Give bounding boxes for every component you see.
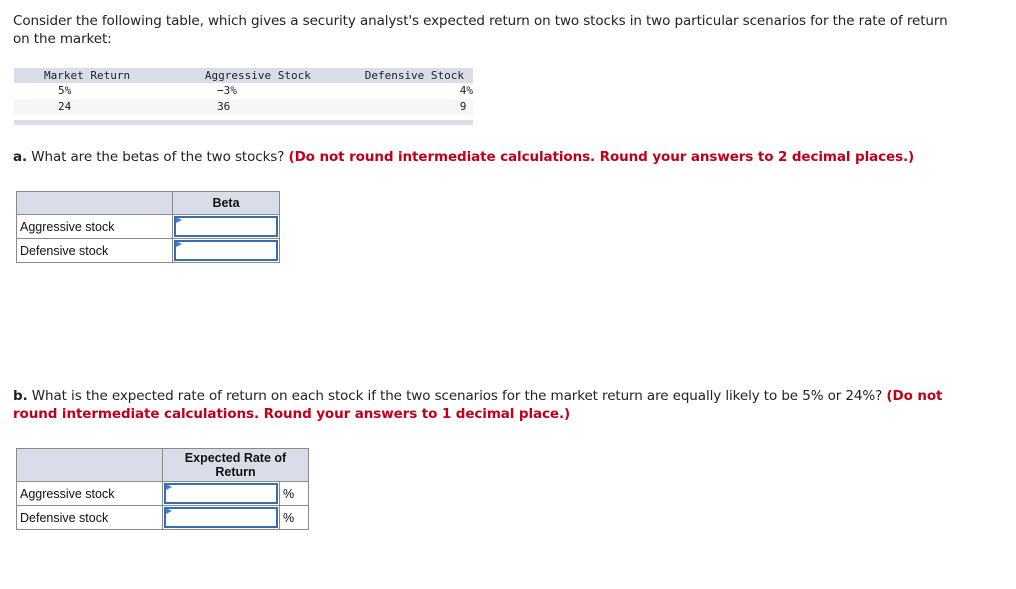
grid-header-row: Expected Rate of Return bbox=[16, 448, 309, 482]
market-return-cell: 5% bbox=[14, 83, 161, 99]
problem-intro: Consider the following table, which give… bbox=[13, 13, 948, 47]
grid-row-defensive: Defensive stock % bbox=[16, 505, 309, 530]
header-aggressive-stock: Aggressive Stock bbox=[160, 68, 356, 83]
defensive-return-cell: 4% bbox=[355, 83, 473, 99]
row-label: Defensive stock bbox=[16, 238, 173, 263]
expected-return-answer-grid: Expected Rate of Return Aggressive stock… bbox=[16, 448, 309, 530]
market-scenario-table: Market Return Aggressive Stock Defensive… bbox=[14, 68, 473, 115]
aggressive-expected-return-input[interactable] bbox=[164, 483, 278, 504]
market-return-cell: 24 bbox=[14, 99, 161, 115]
question-a-instruction: (Do not round intermediate calculations.… bbox=[288, 149, 915, 165]
defensive-return-cell: 9 bbox=[355, 99, 473, 115]
question-b: b. What is the expected rate of return o… bbox=[13, 387, 973, 423]
beta-answer-grid: Beta Aggressive stock Defensive stock bbox=[16, 191, 280, 263]
grid-header-expected-return: Expected Rate of Return bbox=[162, 448, 309, 482]
grid-header-beta: Beta bbox=[172, 191, 280, 215]
row-label: Aggressive stock bbox=[16, 481, 163, 506]
question-b-text: What is the expected rate of return on e… bbox=[27, 388, 887, 404]
question-a-text: What are the betas of the two stocks? bbox=[27, 149, 289, 165]
percent-unit: % bbox=[279, 481, 309, 506]
question-a-label: a. bbox=[13, 149, 28, 165]
defensive-expected-return-input[interactable] bbox=[164, 507, 278, 528]
table-footer-bar bbox=[14, 120, 473, 125]
question-a: a. What are the betas of the two stocks?… bbox=[13, 148, 973, 166]
grid-row-aggressive: Aggressive stock bbox=[16, 214, 280, 239]
grid-row-aggressive: Aggressive stock % bbox=[16, 481, 309, 506]
row-label: Aggressive stock bbox=[16, 214, 173, 239]
header-defensive-stock: Defensive Stock bbox=[355, 68, 473, 83]
defensive-beta-input[interactable] bbox=[174, 240, 278, 261]
grid-header-row: Beta bbox=[16, 191, 280, 215]
table-row: 5% −3% 4% bbox=[14, 83, 473, 99]
aggressive-beta-input[interactable] bbox=[174, 216, 278, 237]
grid-row-defensive: Defensive stock bbox=[16, 238, 280, 263]
table-row: 24 36 9 bbox=[14, 99, 473, 115]
percent-unit: % bbox=[279, 505, 309, 530]
aggressive-return-cell: 36 bbox=[160, 99, 356, 115]
header-market-return: Market Return bbox=[14, 68, 161, 83]
question-b-label: b. bbox=[13, 388, 28, 404]
market-table-header-row: Market Return Aggressive Stock Defensive… bbox=[14, 68, 473, 83]
grid-header-blank bbox=[16, 191, 173, 215]
grid-header-blank bbox=[16, 448, 163, 482]
row-label: Defensive stock bbox=[16, 505, 163, 530]
aggressive-return-cell: −3% bbox=[160, 83, 356, 99]
